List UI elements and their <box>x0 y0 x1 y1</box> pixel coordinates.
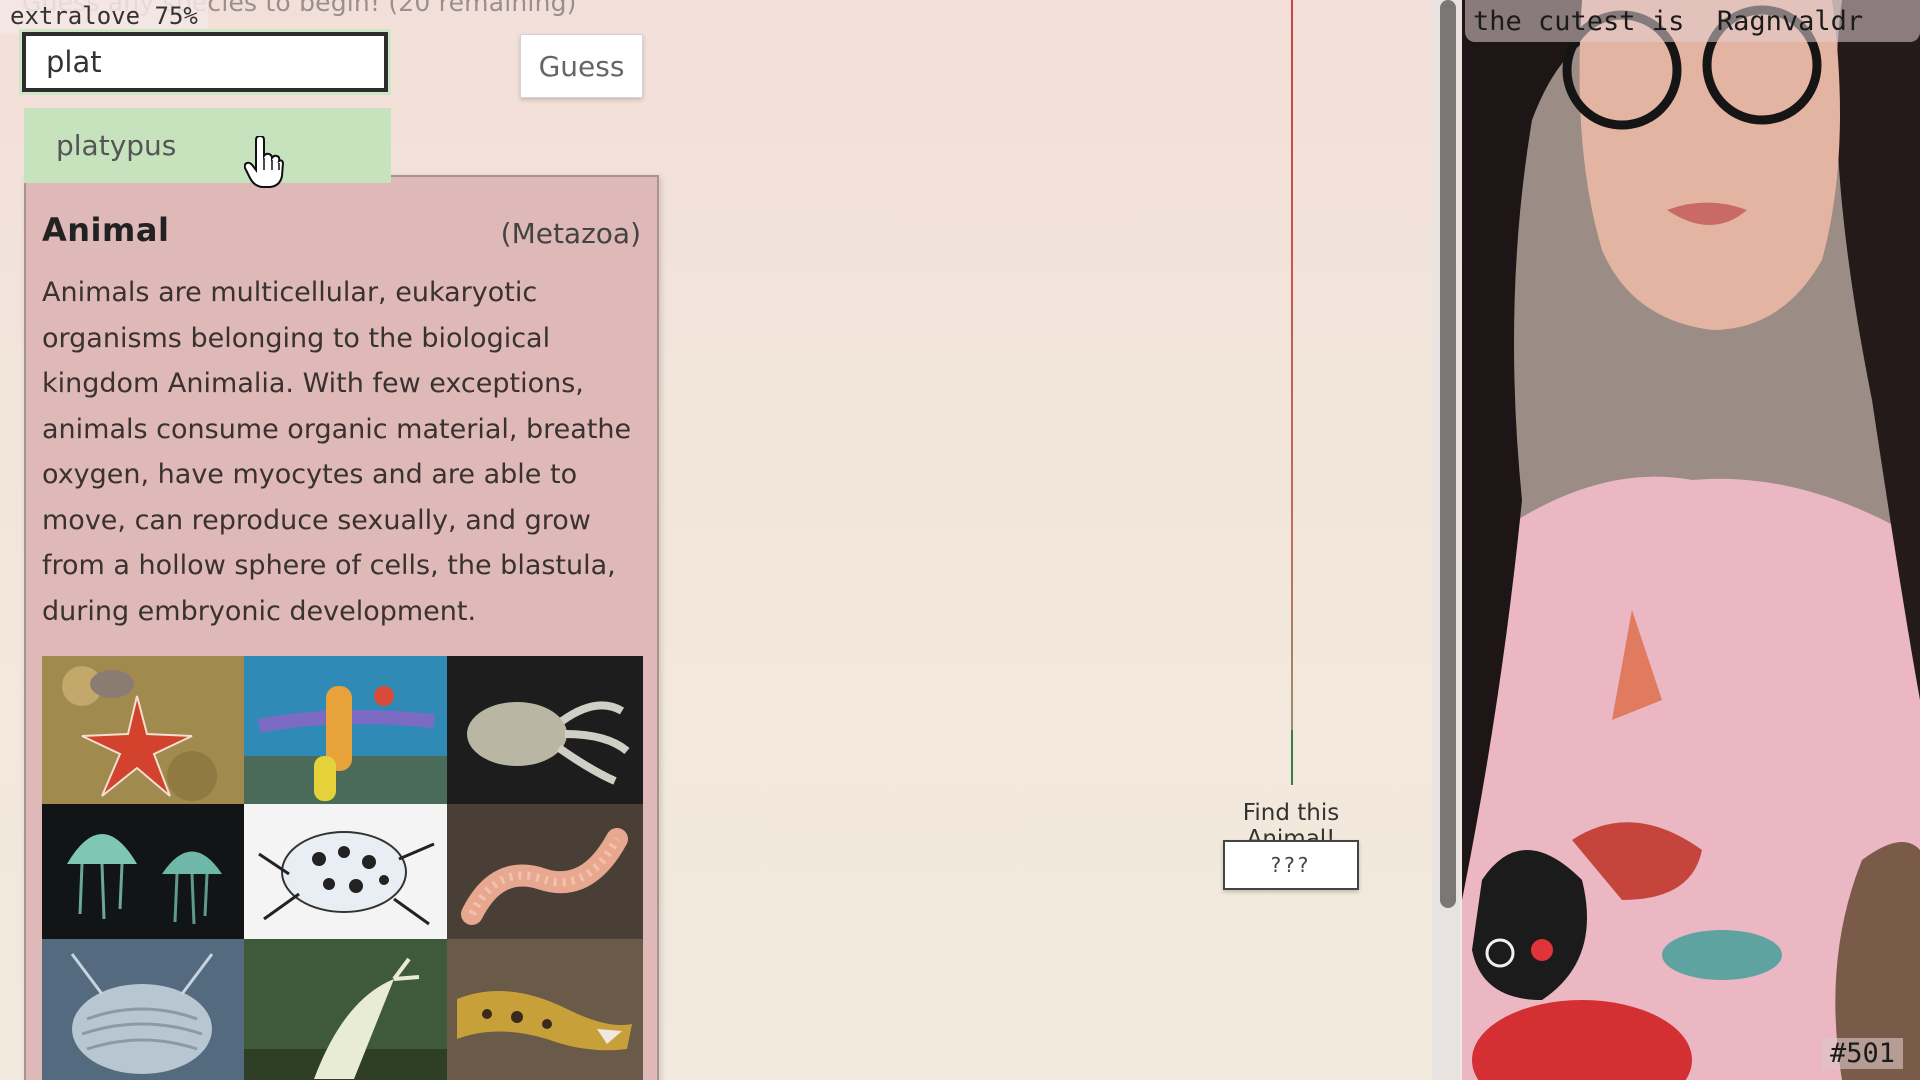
hand-cursor-icon <box>244 136 284 188</box>
sponges-image <box>244 656 447 804</box>
taxon-card: Animal (Metazoa) Animals are multicellul… <box>24 175 659 1080</box>
page-scrollbar-thumb[interactable] <box>1440 0 1456 908</box>
game-area: Guess any species to begin! (20 remainin… <box>0 0 1430 1080</box>
starfish-image <box>42 656 244 804</box>
woodlouse-image <box>42 939 244 1080</box>
stream-counter-badge: #501 <box>1822 1038 1904 1069</box>
taxonomy-branch-line <box>1291 0 1293 730</box>
cuttlefish-image <box>447 656 643 804</box>
species-search-input[interactable] <box>22 32 388 92</box>
stream-overlay-label: extralove 75% <box>0 0 208 34</box>
suggestion-item-platypus[interactable]: platypus <box>24 108 391 183</box>
taxon-description: Animals are multicellular, eukaryotic or… <box>42 277 632 627</box>
taxon-image-grid <box>42 656 643 1080</box>
streamer-webcam-image <box>1462 0 1920 1080</box>
taxon-latin-name: (Metazoa) <box>500 217 641 250</box>
sea-slug-image <box>244 939 447 1080</box>
webcam-feed <box>1462 0 1920 1080</box>
spotted-beetle-image <box>244 804 447 939</box>
moray-eel-image <box>447 939 643 1080</box>
bristle-worm-image <box>447 804 643 939</box>
taxon-title: Animal <box>42 211 170 249</box>
taxonomy-branch-stem <box>1291 730 1293 785</box>
chat-overlay-text: the cutest is Ragnvaldr <box>1465 0 1920 42</box>
jellyfish-image <box>42 804 244 939</box>
target-mystery-box[interactable]: ??? <box>1223 840 1359 890</box>
guess-button[interactable]: Guess <box>520 34 643 98</box>
